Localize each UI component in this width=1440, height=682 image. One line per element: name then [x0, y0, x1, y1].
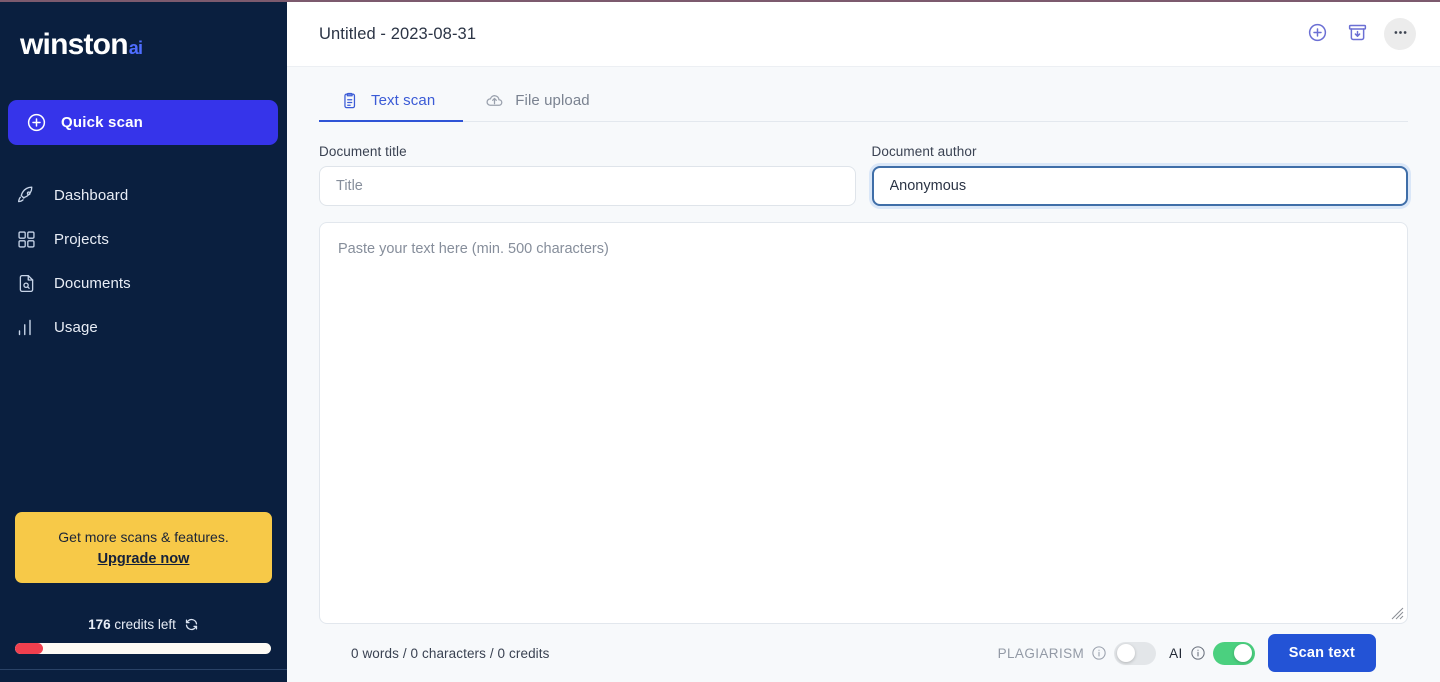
tab-bar: Text scan File upload	[287, 67, 1440, 122]
document-title-input[interactable]	[319, 166, 856, 206]
scan-form: Document title Document author 0 words /	[287, 122, 1440, 682]
quick-scan-button[interactable]: Quick scan	[8, 100, 278, 145]
tab-label: File upload	[515, 92, 589, 109]
word-count-text: 0 words / 0 characters / 0 credits	[351, 646, 549, 661]
sidebar: winstonai Quick scan Dashbo	[0, 0, 287, 682]
tab-file-upload[interactable]: File upload	[463, 78, 617, 122]
ellipsis-icon	[1392, 24, 1409, 44]
credits-count: 176	[88, 617, 111, 632]
toggle-knob	[1234, 644, 1252, 662]
document-author-input[interactable]	[872, 166, 1409, 206]
bar-chart-icon	[16, 317, 37, 338]
document-text-input[interactable]	[319, 222, 1408, 624]
sidebar-item-usage[interactable]: Usage	[0, 305, 287, 349]
quick-scan-label: Quick scan	[61, 114, 143, 131]
sidebar-item-dashboard[interactable]: Dashboard	[0, 173, 287, 217]
sidebar-item-label: Usage	[54, 319, 98, 336]
rocket-icon	[16, 185, 37, 206]
content-header: Untitled - 2023-08-31	[287, 2, 1440, 67]
top-accent-line	[0, 0, 1440, 2]
credits-progress-fill	[15, 643, 43, 654]
brand-name: winston	[20, 28, 128, 61]
sidebar-item-label: Documents	[54, 275, 131, 292]
sidebar-item-label: Dashboard	[54, 187, 128, 204]
sidebar-item-documents[interactable]: Documents	[0, 261, 287, 305]
ai-label: AI	[1169, 646, 1183, 661]
credits-row: 176 credits left	[0, 617, 287, 632]
upgrade-card[interactable]: Get more scans & features. Upgrade now	[15, 512, 272, 583]
plus-circle-icon	[1307, 22, 1328, 46]
add-button[interactable]	[1304, 21, 1330, 47]
credits-suffix: credits left	[114, 617, 176, 632]
tab-label: Text scan	[371, 92, 435, 109]
refresh-icon[interactable]	[184, 617, 199, 632]
upgrade-now-link[interactable]: Upgrade now	[98, 551, 190, 567]
ai-toggle[interactable]	[1213, 642, 1255, 665]
sidebar-divider	[0, 669, 287, 670]
credits-progress-bar	[15, 643, 271, 654]
scan-text-button[interactable]: Scan text	[1268, 634, 1376, 672]
credits-label: 176 credits left	[88, 617, 176, 632]
page-title: Untitled - 2023-08-31	[319, 25, 476, 44]
header-actions	[1304, 18, 1416, 50]
document-text-wrap	[319, 222, 1408, 624]
plagiarism-toggle[interactable]	[1114, 642, 1156, 665]
upgrade-text: Get more scans & features.	[25, 528, 262, 546]
bottom-toolbar: 0 words / 0 characters / 0 credits PLAGI…	[319, 624, 1408, 682]
document-title-label: Document title	[319, 144, 856, 159]
sidebar-nav: Dashboard Projects	[0, 173, 287, 349]
document-search-icon	[16, 273, 37, 294]
cloud-upload-icon	[485, 91, 504, 110]
plagiarism-label: PLAGIARISM	[998, 646, 1085, 661]
more-menu-button[interactable]	[1384, 18, 1416, 50]
fields-row: Document title Document author	[319, 144, 1408, 206]
grid-icon	[16, 229, 37, 250]
sidebar-item-label: Projects	[54, 231, 109, 248]
main-content: Untitled - 2023-08-31	[287, 0, 1440, 682]
info-circle-icon[interactable]	[1190, 645, 1206, 661]
plus-circle-icon	[26, 112, 47, 133]
plagiarism-toggle-group: PLAGIARISM	[998, 642, 1157, 665]
tab-text-scan[interactable]: Text scan	[319, 78, 463, 122]
ai-toggle-group: AI	[1169, 642, 1255, 665]
clipboard-icon	[341, 91, 360, 110]
sidebar-item-projects[interactable]: Projects	[0, 217, 287, 261]
toggle-knob	[1117, 644, 1135, 662]
brand-logo[interactable]: winstonai	[0, 2, 287, 72]
brand-suffix: ai	[129, 38, 142, 58]
document-author-field-group: Document author	[872, 144, 1409, 206]
info-circle-icon[interactable]	[1091, 645, 1107, 661]
document-author-label: Document author	[872, 144, 1409, 159]
archive-download-icon	[1347, 22, 1368, 46]
app-root: winstonai Quick scan Dashbo	[0, 0, 1440, 682]
archive-button[interactable]	[1344, 21, 1370, 47]
document-title-field-group: Document title	[319, 144, 856, 206]
bottom-toolbar-right: PLAGIARISM AI	[998, 634, 1376, 672]
